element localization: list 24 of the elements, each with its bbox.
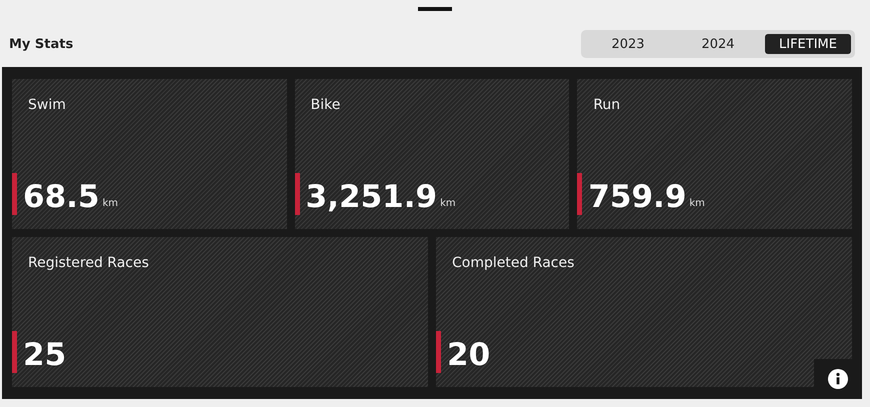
stat-label: Completed Races bbox=[451, 255, 576, 271]
stat-label: Registered Races bbox=[27, 255, 150, 271]
stat-unit: km bbox=[102, 198, 118, 209]
accent-bar bbox=[12, 173, 17, 215]
period-tab[interactable]: 2023 bbox=[585, 34, 671, 54]
period-tab[interactable]: LIFETIME bbox=[765, 34, 851, 54]
stat-label: Run bbox=[592, 97, 622, 113]
stat-label: Bike bbox=[310, 97, 342, 113]
stat-value: 759.9 bbox=[588, 179, 686, 215]
section-title: My Stats bbox=[9, 36, 74, 52]
drag-handle[interactable] bbox=[418, 7, 452, 11]
period-tab[interactable]: 2024 bbox=[675, 34, 761, 54]
accent-bar bbox=[294, 173, 300, 215]
stat-value: 3,251.9 bbox=[306, 179, 438, 215]
accent-bar bbox=[436, 331, 441, 373]
stat-label: Swim bbox=[27, 97, 67, 113]
accent-bar bbox=[12, 331, 17, 373]
stat-value: 25 bbox=[23, 337, 66, 373]
stat-unit: km bbox=[689, 198, 705, 209]
stat-unit: km bbox=[440, 198, 456, 209]
info-icon[interactable] bbox=[828, 369, 848, 389]
stat-value: 20 bbox=[447, 337, 490, 373]
accent-bar bbox=[577, 173, 582, 215]
stat-value: 68.5 bbox=[23, 179, 100, 215]
